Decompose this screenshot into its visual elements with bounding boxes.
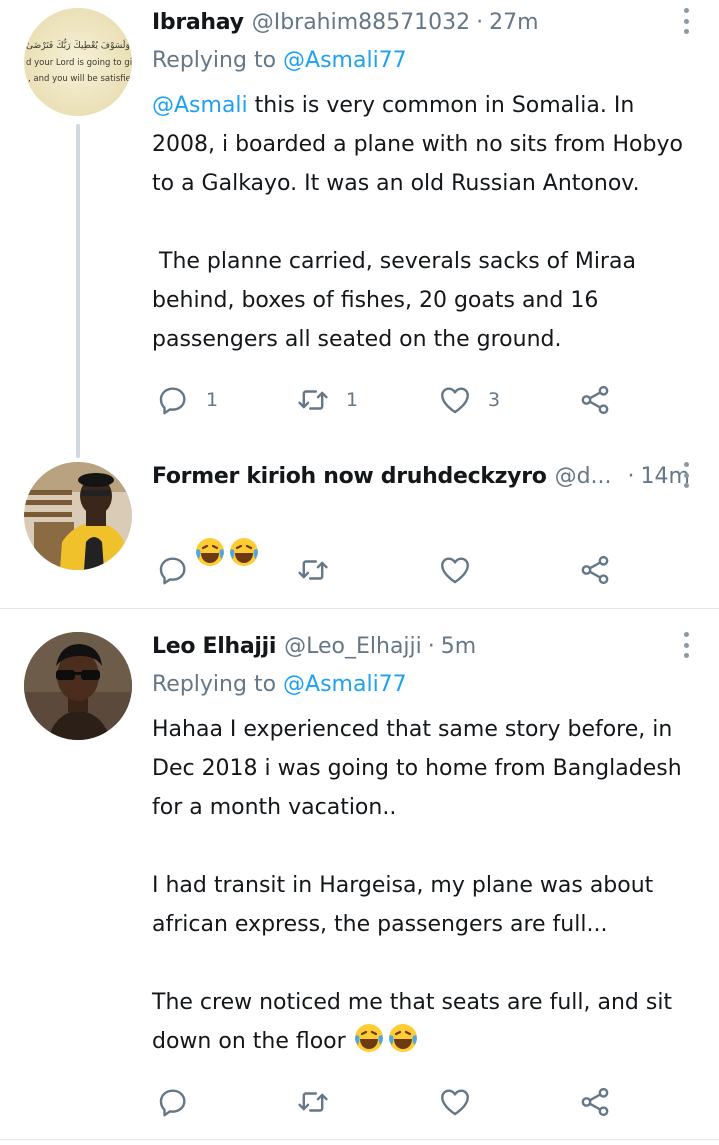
display-name[interactable]: Leo Elhajji [152,634,276,659]
tweet-divider [0,1139,719,1140]
replying-to-label: Replying to [152,672,284,697]
replying-to-handle[interactable]: @Asmali77 [283,48,407,73]
separator-dot: · [627,463,635,489]
like-count: 3 [488,389,501,411]
replying-to: Replying to @Asmali77 [152,672,699,702]
user-handle[interactable]: @Leo_Elhajji [284,634,422,659]
reply-button[interactable] [156,1082,190,1122]
share-icon [581,555,609,585]
display-name[interactable]: Ibrahay [152,10,244,35]
reply-button[interactable] [156,550,190,590]
reply-count: 1 [206,389,219,411]
replying-to-handle[interactable]: @Asmali77 [283,672,407,697]
tweet-header: Former kirioh now druhdeckzyro @d... · 1… [152,458,699,494]
retweet-icon [298,560,328,580]
avatar-ibrahay[interactable]: وَلَسَوْفَ يُعْطِيكَ رَبُّكَ فَتَرْضَىٰ … [24,8,132,116]
user-handle[interactable]: @Ibrahim88571032 [252,10,470,35]
replying-to-label: Replying to [152,48,284,73]
avatar-arabic-text: وَلَسَوْفَ يُعْطِيكَ رَبُّكَ فَتَرْضَىٰ [26,39,130,51]
tweet-header: Ibrahay @Ibrahim88571032 · 27m [152,4,699,40]
like-button[interactable]: 3 [438,380,500,420]
user-handle[interactable]: @d... [555,464,612,489]
like-button[interactable] [438,550,472,590]
retweet-icon [298,1092,328,1112]
display-name[interactable]: Former kirioh now druhdeckzyro [152,464,547,489]
reply-icon [159,387,186,415]
timestamp[interactable]: 27m [489,10,538,35]
more-options-icon[interactable] [681,632,691,658]
tweet-text: Hahaa I experienced that same story befo… [152,710,699,1061]
separator-dot: · [476,9,484,35]
more-options-icon[interactable] [681,8,691,34]
retweet-button[interactable] [296,1082,330,1122]
retweet-count: 1 [346,389,359,411]
share-button[interactable] [578,380,612,420]
tweet-header: Leo Elhajji @Leo_Elhajji · 5m [152,628,699,664]
tweet-text: @Asmali this is very common in Somalia. … [152,86,699,359]
avatar-leo-elhajji[interactable] [24,632,132,740]
share-icon [581,385,609,415]
share-button[interactable] [578,550,612,590]
tweet-actions: 1 1 3 [152,380,632,420]
tweet-body: Hahaa I experienced that same story befo… [152,717,682,1054]
tweet-actions [152,550,632,590]
like-icon [441,387,469,414]
laughing-emoji [388,1024,417,1052]
replying-to: Replying to @Asmali77 [152,48,699,78]
reply-icon [159,1089,186,1117]
reply-icon [159,557,186,585]
share-icon [581,1087,609,1117]
avatar-former-kirioh[interactable] [24,462,132,570]
like-icon [441,557,469,584]
timestamp[interactable]: 5m [441,634,476,659]
mention-link[interactable]: @Asmali [152,93,248,118]
share-button[interactable] [578,1082,612,1122]
retweet-button[interactable]: 1 [296,380,358,420]
tweet-actions [152,1082,632,1122]
retweet-button[interactable] [296,550,330,590]
like-icon [441,1089,469,1116]
laughing-emoji [354,1024,383,1052]
more-options-icon[interactable] [681,462,691,488]
thread-line [76,124,80,458]
retweet-icon [298,390,328,410]
separator-dot: · [427,633,435,659]
avatar-english-line-1: d your Lord is going to gi [26,58,132,68]
tweet-divider [0,608,719,609]
avatar-english-line-2: , and you will be satisfie [28,74,131,84]
reply-button[interactable]: 1 [156,380,218,420]
like-button[interactable] [438,1082,472,1122]
tweet-body: this is very common in Somalia. In 2008,… [152,93,683,352]
